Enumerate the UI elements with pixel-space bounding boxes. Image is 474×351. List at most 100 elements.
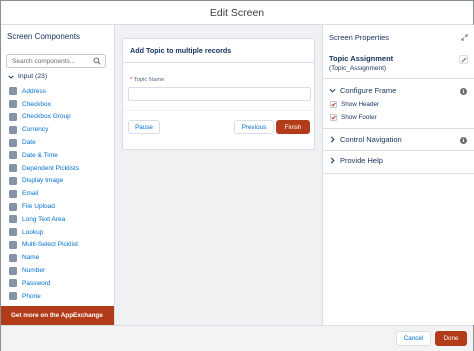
component-email[interactable]: Email (9, 187, 113, 200)
search-icon (93, 57, 101, 65)
section-label: Control Navigation (340, 135, 402, 144)
component-currency[interactable]: Currency (9, 123, 113, 136)
component-number[interactable]: Number (9, 264, 113, 277)
done-button[interactable]: Done (435, 331, 467, 346)
component-icon (9, 266, 17, 275)
divider (323, 78, 474, 79)
component-address[interactable]: Address (9, 85, 113, 98)
divider (323, 150, 474, 151)
pencil-icon (461, 57, 466, 62)
component-label: Phone (22, 292, 41, 300)
component-label: Password (22, 279, 51, 287)
component-icon (9, 151, 17, 160)
section-label: Configure Frame (340, 86, 397, 95)
component-icon (9, 176, 17, 185)
section-label: Provide Help (340, 156, 383, 165)
finish-button[interactable]: Finish (276, 120, 310, 134)
chevron-right-icon (330, 157, 335, 164)
screen-properties-panel: Screen Properties Topic Assignment (Topi… (322, 25, 474, 325)
dialog-footer: Cancel Done (1, 325, 473, 351)
input-section-toggle[interactable]: Input (23) (8, 73, 47, 80)
dialog-title: Edit Screen (209, 6, 265, 19)
component-password[interactable]: Password (9, 277, 113, 290)
component-icon (9, 100, 17, 109)
appexchange-link[interactable]: Get more on the AppExchange (1, 306, 114, 325)
component-icon (9, 164, 17, 173)
component-phone[interactable]: Phone (9, 290, 113, 303)
screen-header-title: Add Topic to multiple records (123, 39, 314, 63)
chevron-right-icon (330, 136, 335, 143)
component-dependent-picklists[interactable]: Dependent Picklists (9, 162, 113, 175)
component-display-image[interactable]: Display Image (9, 175, 113, 188)
component-search-input[interactable]: Search components... (6, 54, 106, 68)
control-navigation-toggle[interactable]: Control Navigation (329, 135, 402, 144)
component-icon (9, 87, 17, 96)
panel-title: Screen Properties (329, 33, 390, 42)
dialog-header: Edit Screen (1, 1, 473, 25)
checkbox-label: Show Footer (341, 114, 377, 121)
component-icon (9, 292, 17, 301)
component-multi-select-picklist[interactable]: Multi-Select Picklist (9, 239, 113, 252)
checkbox-label: Show Header (341, 101, 380, 108)
component-label: Dependent Picklists (22, 164, 80, 172)
info-icon[interactable]: i (460, 88, 467, 95)
component-icon (9, 279, 17, 288)
divider (323, 173, 474, 174)
edit-screen-dialog: Edit Screen Screen Components Search com… (0, 0, 474, 351)
component-icon (9, 125, 17, 134)
configure-frame-toggle[interactable]: Configure Frame (329, 86, 396, 95)
component-label: Name (22, 254, 40, 262)
component-icon (9, 189, 17, 198)
screen-api-name: (Topic_Assignment) (329, 65, 387, 72)
section-label: Input (23) (18, 73, 48, 80)
component-label: Lookup (22, 228, 44, 236)
component-long-text-area[interactable]: Long Text Area (9, 213, 113, 226)
component-icon (9, 215, 17, 224)
component-label: Display Image (22, 177, 64, 185)
component-icon (9, 253, 17, 262)
checkbox-box[interactable] (330, 101, 337, 108)
component-label: Date (22, 139, 36, 147)
topic-name-input[interactable] (128, 87, 311, 101)
screen-preview-card[interactable]: Add Topic to multiple records * Topic Na… (122, 38, 315, 150)
component-checkbox-group[interactable]: Checkbox Group (9, 111, 113, 124)
footer-divider (123, 110, 314, 111)
expand-icon[interactable] (461, 34, 468, 41)
component-date[interactable]: Date (9, 136, 113, 149)
divider (323, 128, 474, 129)
component-label: Email (22, 190, 39, 198)
component-label: Address (22, 87, 46, 95)
info-icon[interactable]: i (460, 137, 467, 144)
show-footer-checkbox[interactable]: Show Footer (330, 114, 377, 121)
checkbox-box[interactable] (330, 114, 337, 121)
component-icon (9, 112, 17, 121)
component-icon (9, 138, 17, 147)
screen-components-panel: Screen Components Search components... I… (1, 25, 115, 325)
component-checkbox[interactable]: Checkbox (9, 98, 113, 111)
component-label: Multi-Select Picklist (22, 241, 78, 249)
cancel-button[interactable]: Cancel (396, 331, 431, 346)
component-lookup[interactable]: Lookup (9, 226, 113, 239)
show-header-checkbox[interactable]: Show Header (330, 101, 379, 108)
component-label: File Upload (22, 203, 55, 211)
component-icon (9, 228, 17, 237)
component-label: Number (22, 267, 46, 275)
check-icon (331, 115, 336, 120)
required-marker: * (130, 77, 133, 83)
component-label: Currency (22, 126, 49, 134)
pause-button[interactable]: Pause (128, 120, 160, 134)
screen-canvas: Add Topic to multiple records * Topic Na… (115, 25, 322, 325)
chevron-down-icon (329, 88, 336, 93)
screen-name: Topic Assignment (329, 54, 394, 63)
component-name[interactable]: Name (9, 251, 113, 264)
panel-title: Screen Components (7, 31, 80, 41)
previous-button[interactable]: Previous (234, 120, 274, 134)
component-file-upload[interactable]: File Upload (9, 200, 113, 213)
component-icon (9, 240, 17, 249)
component-icon (9, 202, 17, 211)
component-date-time[interactable]: Date & Time (9, 149, 113, 162)
provide-help-toggle[interactable]: Provide Help (329, 156, 383, 165)
component-label: Checkbox Group (22, 113, 71, 121)
check-icon (331, 102, 336, 107)
edit-button[interactable] (459, 55, 468, 64)
